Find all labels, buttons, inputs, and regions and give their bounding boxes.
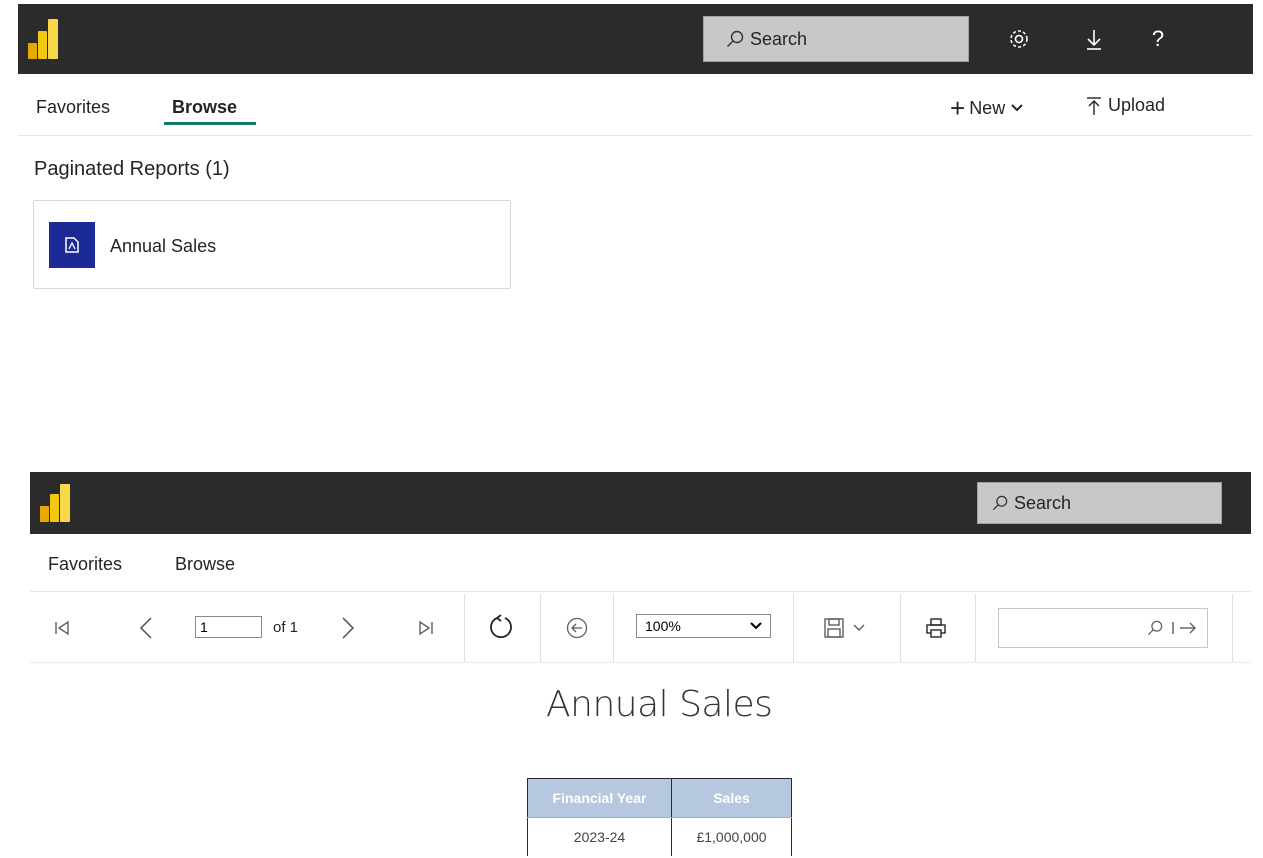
- nav-browse[interactable]: Browse: [175, 554, 235, 575]
- report-title: Annual Sales: [546, 684, 773, 725]
- search-input[interactable]: Search: [703, 16, 969, 62]
- nav-divider: [30, 591, 1251, 592]
- gear-icon[interactable]: [999, 19, 1039, 59]
- last-page-icon[interactable]: [412, 614, 440, 642]
- column-header-sales: Sales: [671, 778, 792, 818]
- toolbar-separator: [793, 594, 794, 662]
- sales-table: Financial Year Sales 2023-24 £1,000,000: [527, 778, 792, 856]
- back-icon[interactable]: [563, 614, 591, 642]
- previous-page-icon[interactable]: [132, 614, 160, 642]
- search-icon: [1147, 620, 1163, 636]
- section-title: Paginated Reports (1): [34, 158, 230, 180]
- print-icon[interactable]: [922, 614, 950, 642]
- toolbar-separator: [1232, 594, 1233, 662]
- zoom-value: 100%: [645, 618, 681, 634]
- search-icon: [726, 30, 744, 48]
- power-bi-logo[interactable]: [28, 19, 58, 59]
- search-icon: [992, 495, 1008, 511]
- toolbar-separator: [975, 594, 976, 662]
- report-name: Annual Sales: [110, 236, 217, 256]
- next-page-icon[interactable]: [334, 614, 362, 642]
- toolbar-separator: [900, 594, 901, 662]
- chevron-down-icon: [853, 624, 865, 631]
- portal-header-bar: Search ?: [18, 4, 1253, 74]
- page-count-label: of 1: [273, 619, 299, 636]
- help-icon[interactable]: ?: [1138, 19, 1178, 59]
- viewer-header-bar: Search: [30, 472, 1251, 534]
- help-label: ?: [1151, 26, 1165, 51]
- find-in-report-input[interactable]: [998, 608, 1208, 648]
- export-save-icon[interactable]: [818, 614, 870, 642]
- chevron-down-icon: [1011, 104, 1023, 112]
- search-input[interactable]: Search: [977, 482, 1222, 524]
- page-number-input[interactable]: [195, 616, 262, 638]
- toolbar-divider: [30, 662, 1251, 663]
- zoom-select[interactable]: 100%: [636, 614, 771, 638]
- new-button[interactable]: + New: [950, 95, 1023, 121]
- table-cell: £1,000,000: [671, 817, 792, 856]
- power-bi-logo[interactable]: [40, 484, 70, 522]
- upload-icon: [1086, 96, 1102, 116]
- chevron-down-icon: [750, 622, 762, 630]
- nav-favorites[interactable]: Favorites: [48, 554, 122, 575]
- column-header-financial-year: Financial Year: [527, 778, 672, 818]
- nav-favorites[interactable]: Favorites: [36, 97, 110, 118]
- upload-button-label: Upload: [1108, 95, 1166, 115]
- first-page-icon[interactable]: [48, 614, 76, 642]
- plus-icon: +: [950, 93, 966, 123]
- upload-button[interactable]: Upload: [1086, 95, 1165, 116]
- report-card-annual-sales[interactable]: Annual Sales: [33, 200, 511, 289]
- table-header-row: Financial Year Sales: [527, 778, 792, 818]
- download-icon[interactable]: [1074, 19, 1114, 59]
- search-placeholder: Search: [750, 28, 808, 49]
- nav-divider: [18, 135, 1253, 136]
- new-button-label: New: [969, 97, 1006, 118]
- toolbar-separator: [540, 594, 541, 662]
- nav-browse[interactable]: Browse: [172, 97, 237, 118]
- search-placeholder: Search: [1014, 492, 1072, 513]
- toolbar-separator: [464, 594, 465, 662]
- refresh-icon[interactable]: [486, 612, 516, 642]
- toolbar-separator: [613, 594, 614, 662]
- find-next-icon[interactable]: [1171, 620, 1197, 636]
- table-row: 2023-24 £1,000,000: [527, 817, 792, 856]
- nav-active-indicator: [164, 122, 256, 125]
- paginated-report-icon: [49, 222, 95, 268]
- table-cell: 2023-24: [527, 817, 672, 856]
